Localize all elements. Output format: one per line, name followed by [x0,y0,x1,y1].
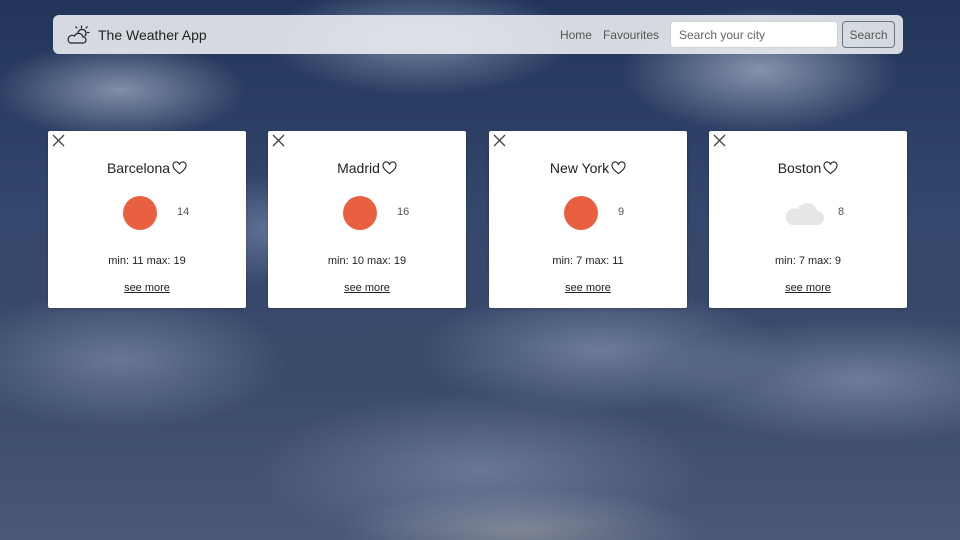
weather-row: 16 [268,195,466,230]
temperature: 14 [177,206,190,218]
temperature: 9 [618,206,625,218]
close-icon[interactable] [52,134,65,147]
city-row: Madrid [268,160,466,176]
app-title: The Weather App [98,26,207,43]
weather-row: 8 [709,195,907,230]
sun-icon [564,196,598,230]
weather-row: 14 [48,195,246,230]
heart-icon[interactable] [611,161,626,175]
weather-card-barcelona: Barcelona 14 min: 11 max: 19 see more [48,131,246,308]
sun-behind-cloud-icon [67,24,90,44]
city-name: Madrid [337,160,380,176]
min-max-temperature: min: 11 max: 19 [108,255,186,267]
search-button[interactable]: Search [842,21,895,48]
see-more-link[interactable]: see more [268,282,466,294]
city-row: Boston [709,160,907,176]
temperature: 8 [838,206,845,218]
search-input[interactable] [670,21,838,48]
close-icon[interactable] [272,134,285,147]
weather-card-new-york: New York 9 min: 7 max: 11 see more [489,131,687,308]
weather-card-madrid: Madrid 16 min: 10 max: 19 see more [268,131,466,308]
sun-icon [343,196,377,230]
see-more-link[interactable]: see more [48,282,246,294]
min-max-temperature: min: 7 max: 9 [774,255,842,267]
min-max-temperature: min: 7 max: 11 [552,255,624,267]
sun-icon [123,196,157,230]
city-name: Barcelona [106,160,171,176]
weather-row: 9 [489,195,687,230]
temperature: 16 [397,206,410,218]
navbar: The Weather App Home Favourites Search [53,15,903,54]
min-max-temperature: min: 10 max: 19 [327,255,407,267]
city-row: New York [489,160,687,176]
weather-card-boston: Boston 8 min: 7 max: 9 see more [709,131,907,308]
heart-icon[interactable] [172,161,187,175]
city-name: New York [549,160,610,176]
nav-favourites-link[interactable]: Favourites [603,28,659,42]
see-more-link[interactable]: see more [709,282,907,294]
see-more-link[interactable]: see more [489,282,687,294]
heart-icon[interactable] [823,161,838,175]
city-name: Boston [777,160,822,176]
close-icon[interactable] [493,134,506,147]
nav-links: Home Favourites Search [560,21,895,48]
brand[interactable]: The Weather App [66,24,207,45]
close-icon[interactable] [713,134,726,147]
heart-icon[interactable] [382,161,397,175]
cloud-icon [785,202,824,225]
nav-home-link[interactable]: Home [560,28,592,42]
city-row: Barcelona [48,160,246,176]
